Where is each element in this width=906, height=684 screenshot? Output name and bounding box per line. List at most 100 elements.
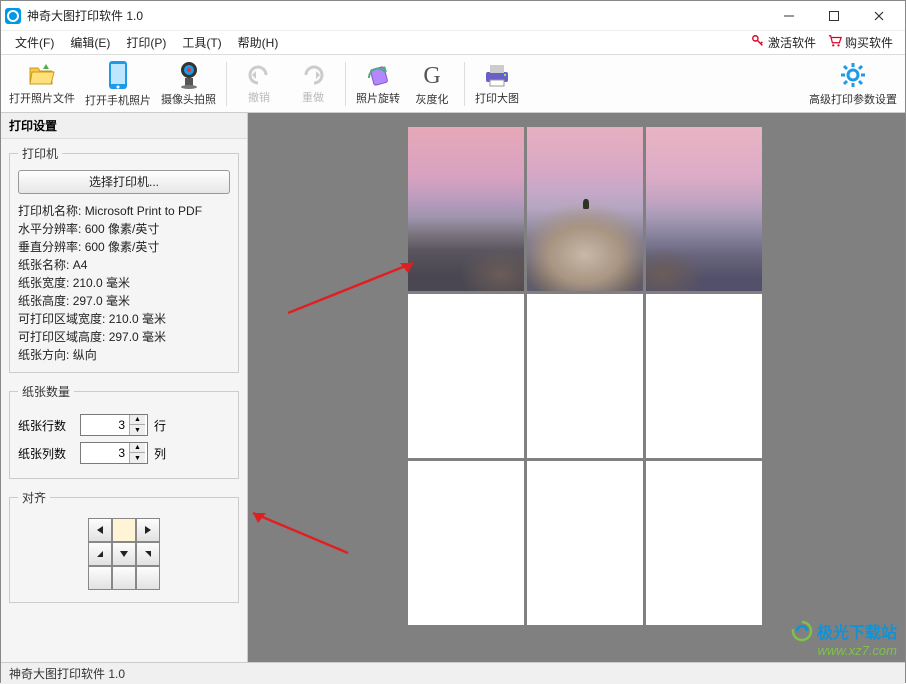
pages-fieldset: 纸张数量 纸张行数 ▲ ▼ 行 纸张列数 xyxy=(9,383,239,479)
page-tile[interactable] xyxy=(646,127,762,291)
statusbar-text: 神奇大图打印软件 1.0 xyxy=(9,665,125,682)
orient-value: 纵向 xyxy=(73,348,97,362)
toolbar-separator xyxy=(345,62,346,106)
pwidth-label: 纸张宽度: xyxy=(18,276,69,290)
pages-legend: 纸张数量 xyxy=(18,383,74,400)
page-tile[interactable] xyxy=(408,127,524,291)
page-tile[interactable] xyxy=(527,461,643,625)
print-big-button[interactable]: 打印大图 xyxy=(471,57,523,111)
open-phone-button[interactable]: 打开手机照片 xyxy=(81,57,155,111)
canvas-area[interactable] xyxy=(248,113,905,662)
align-fieldset: 对齐 xyxy=(9,489,239,603)
svg-text:G: G xyxy=(423,63,440,89)
titlebar: 神奇大图打印软件 1.0 xyxy=(1,1,905,31)
photo-tile xyxy=(646,127,762,291)
page-tile[interactable] xyxy=(408,461,524,625)
align-empty-1[interactable] xyxy=(88,566,112,590)
statusbar: 神奇大图打印软件 1.0 xyxy=(1,662,905,684)
page-tile[interactable] xyxy=(408,294,524,458)
rotate-label: 照片旋转 xyxy=(356,90,400,106)
align-left[interactable] xyxy=(88,518,112,542)
grayscale-button[interactable]: G 灰度化 xyxy=(406,57,458,111)
open-file-label: 打开照片文件 xyxy=(9,90,75,106)
printer-legend: 打印机 xyxy=(18,145,62,162)
orient-label: 纸张方向: xyxy=(18,348,69,362)
redo-button[interactable]: 重做 xyxy=(287,57,339,111)
toolbar-separator xyxy=(226,62,227,106)
sidebar-header: 打印设置 xyxy=(1,113,247,139)
camera-label: 摄像头拍照 xyxy=(161,91,216,107)
align-empty-2[interactable] xyxy=(112,566,136,590)
print-big-label: 打印大图 xyxy=(475,90,519,106)
select-printer-button[interactable]: 选择打印机... xyxy=(18,170,230,194)
align-down[interactable] xyxy=(112,542,136,566)
hres-value: 600 像素/英寸 xyxy=(85,222,160,236)
paper-label: 纸张名称: xyxy=(18,258,69,272)
align-down-left[interactable] xyxy=(88,542,112,566)
rows-label: 纸张行数 xyxy=(18,417,74,434)
camera-icon xyxy=(176,61,202,89)
pwidth-value: 210.0 毫米 xyxy=(73,276,130,290)
page-tile[interactable] xyxy=(527,127,643,291)
menu-tools[interactable]: 工具(T) xyxy=(174,32,229,53)
camera-button[interactable]: 摄像头拍照 xyxy=(157,57,220,111)
cols-spin-up[interactable]: ▲ xyxy=(129,443,145,453)
align-center[interactable] xyxy=(112,518,136,542)
activate-link[interactable]: 激活软件 xyxy=(745,32,822,53)
printer-name-label: 打印机名称: xyxy=(18,204,81,218)
align-grid xyxy=(88,518,160,590)
printer-icon xyxy=(482,62,512,88)
app-icon xyxy=(5,8,21,24)
menu-print[interactable]: 打印(P) xyxy=(118,32,174,53)
annotation-arrow xyxy=(278,253,428,323)
page-grid xyxy=(408,127,762,625)
phone-icon xyxy=(107,60,129,90)
page-tile[interactable] xyxy=(527,294,643,458)
advanced-label: 高级打印参数设置 xyxy=(809,91,897,107)
area-h-value: 297.0 毫米 xyxy=(109,330,166,344)
toolbar-separator xyxy=(464,62,465,106)
menu-edit[interactable]: 编辑(E) xyxy=(62,32,118,53)
menu-file[interactable]: 文件(F) xyxy=(7,32,62,53)
align-legend: 对齐 xyxy=(18,489,50,506)
cols-spinner[interactable]: ▲ ▼ xyxy=(80,442,148,464)
rows-suffix: 行 xyxy=(154,417,166,434)
maximize-button[interactable] xyxy=(811,1,856,31)
open-phone-label: 打开手机照片 xyxy=(85,92,151,108)
rotate-icon xyxy=(364,62,392,88)
advanced-settings-button[interactable]: 高级打印参数设置 xyxy=(805,57,901,111)
redo-icon xyxy=(300,63,326,87)
paper-value: A4 xyxy=(73,258,88,272)
close-button[interactable] xyxy=(856,1,901,31)
undo-button[interactable]: 撤销 xyxy=(233,57,285,111)
buy-link[interactable]: 购买软件 xyxy=(822,32,899,53)
area-w-label: 可打印区域宽度: xyxy=(18,312,105,326)
minimize-button[interactable] xyxy=(766,1,811,31)
align-empty-3[interactable] xyxy=(136,566,160,590)
gear-icon xyxy=(839,61,867,89)
area-h-label: 可打印区域高度: xyxy=(18,330,105,344)
grayscale-label: 灰度化 xyxy=(416,91,449,107)
page-tile[interactable] xyxy=(646,461,762,625)
rows-spin-down[interactable]: ▼ xyxy=(129,425,145,435)
rotate-button[interactable]: 照片旋转 xyxy=(352,57,404,111)
menubar: 文件(F) 编辑(E) 打印(P) 工具(T) 帮助(H) 激活软件 购买软件 xyxy=(1,31,905,55)
page-tile[interactable] xyxy=(646,294,762,458)
printer-name-value: Microsoft Print to PDF xyxy=(85,204,202,218)
align-down-right[interactable] xyxy=(136,542,160,566)
open-file-button[interactable]: 打开照片文件 xyxy=(5,57,79,111)
rows-input[interactable] xyxy=(81,415,129,435)
buy-label: 购买软件 xyxy=(845,34,893,51)
rows-spin-up[interactable]: ▲ xyxy=(129,415,145,425)
activate-label: 激活软件 xyxy=(768,34,816,51)
annotation-arrow xyxy=(248,503,358,563)
cols-input[interactable] xyxy=(81,443,129,463)
photo-tile xyxy=(408,127,524,291)
hres-label: 水平分辨率: xyxy=(18,222,81,236)
menu-help[interactable]: 帮助(H) xyxy=(230,32,287,53)
pheight-label: 纸张高度: xyxy=(18,294,69,308)
area-w-value: 210.0 毫米 xyxy=(109,312,166,326)
rows-spinner[interactable]: ▲ ▼ xyxy=(80,414,148,436)
cols-spin-down[interactable]: ▼ xyxy=(129,453,145,463)
align-right[interactable] xyxy=(136,518,160,542)
